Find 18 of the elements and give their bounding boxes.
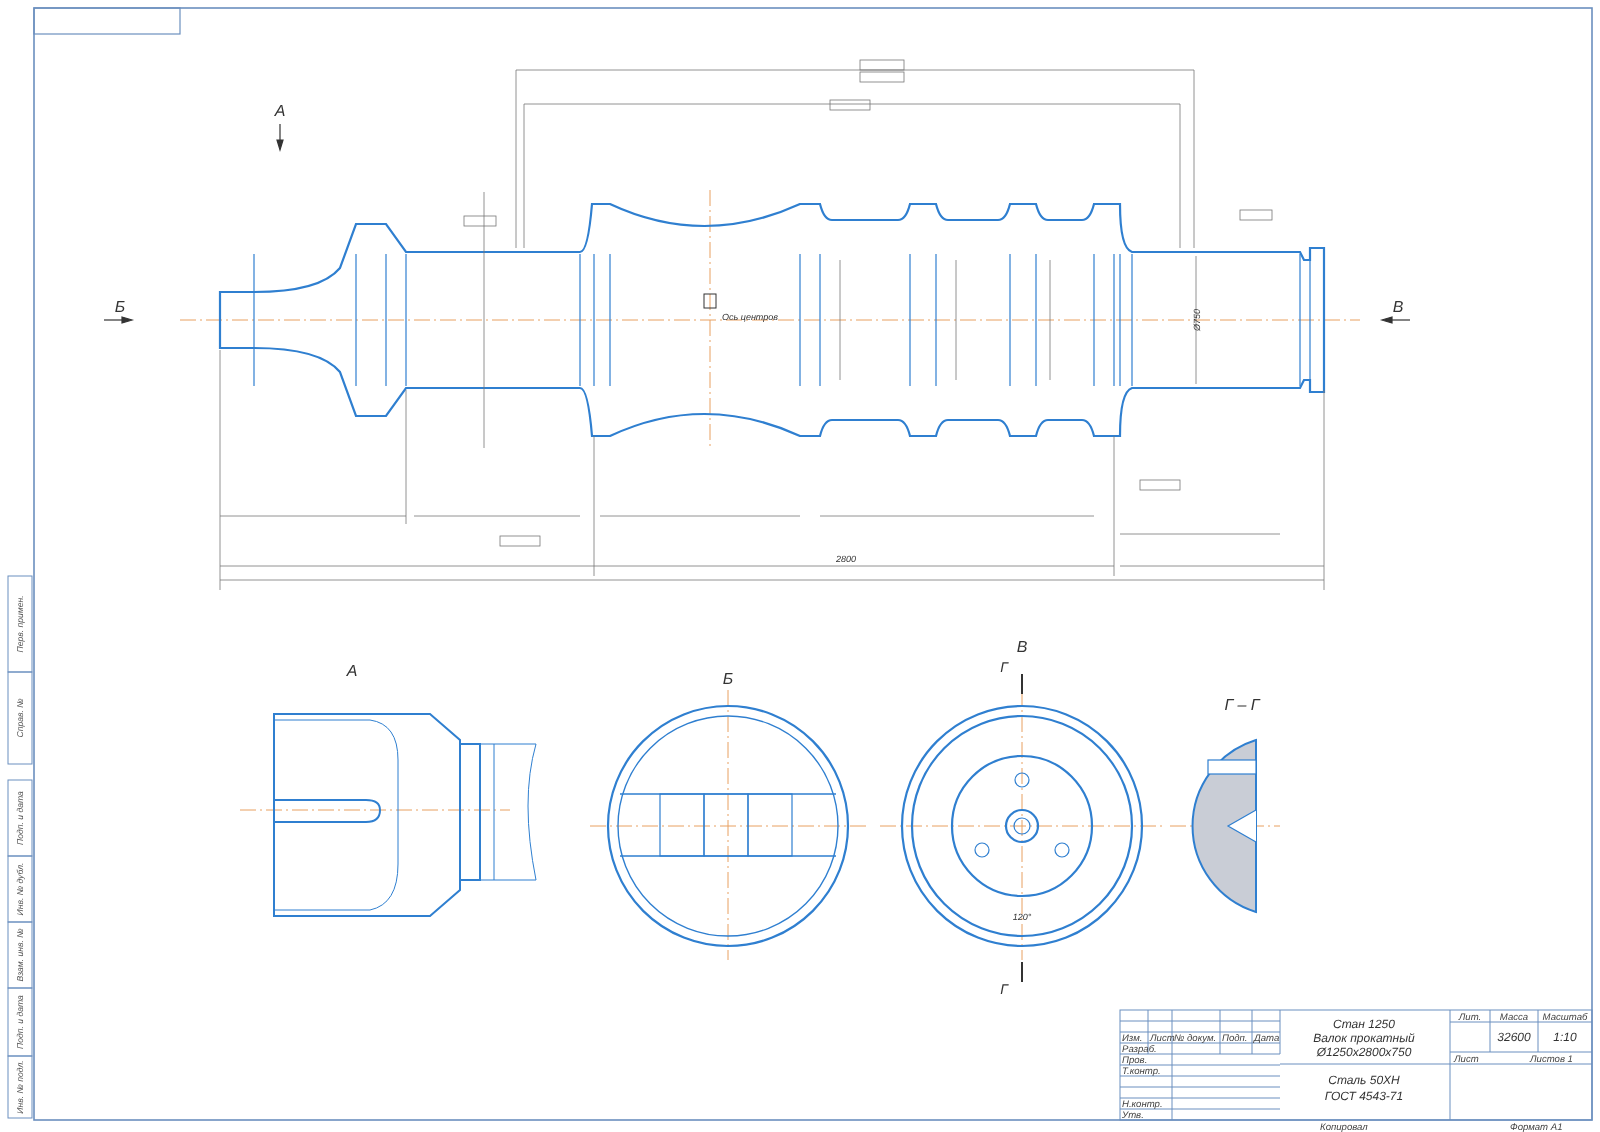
view-title: А (346, 662, 358, 680)
stamp-cell (7, 855, 33, 923)
view-arrow-icon (276, 123, 284, 153)
view-arrow-icon (103, 316, 135, 324)
view-title: Б (722, 670, 734, 688)
datum-box (703, 293, 717, 309)
view-arrow-icon (1379, 316, 1411, 324)
stamp-cell (7, 575, 33, 673)
stamp-cell (7, 1055, 33, 1119)
stamp-cell (7, 671, 33, 765)
view-letter: В (1392, 298, 1404, 316)
stamp-cell (7, 987, 33, 1057)
view-title: В (1016, 638, 1028, 656)
view-title: Г – Г (1224, 696, 1260, 714)
view-letter: А (274, 102, 286, 120)
stamp-cell (7, 779, 33, 857)
view-letter: Б (114, 298, 126, 316)
stamp-cell (7, 921, 33, 989)
